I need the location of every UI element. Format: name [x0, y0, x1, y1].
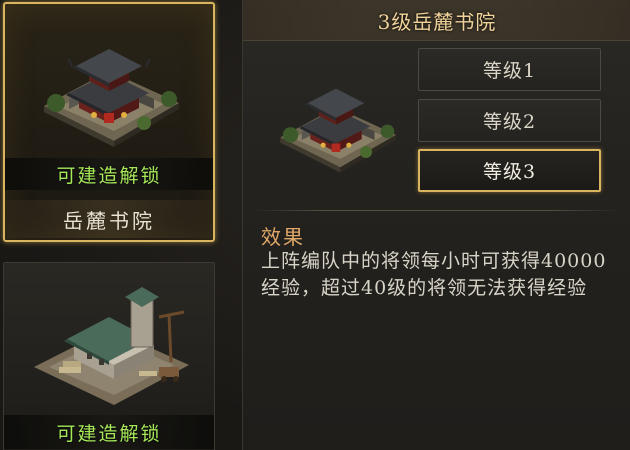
detail-title-bar: 3级岳麓书院 [243, 0, 630, 41]
workshop-building-image [4, 263, 214, 411]
building-card-workshop[interactable]: 可建造解锁 [3, 262, 215, 450]
effect-description: 上阵编队中的将领每小时可获得40000经验，超过40级的将领无法获得经验 [261, 250, 607, 299]
detail-building-image [261, 56, 411, 176]
level-1-button[interactable]: 等级1 [418, 48, 601, 91]
effect-heading: 效果 [261, 225, 305, 249]
building-name-label: 岳麓书院 [5, 200, 213, 238]
level-2-button[interactable]: 等级2 [418, 99, 601, 142]
unlock-status-label: 可建造解锁 [4, 415, 214, 449]
building-card-yuelu-academy[interactable]: 可建造解锁 岳麓书院 [3, 2, 215, 242]
academy-building-image [5, 4, 213, 157]
building-detail-panel: 3级岳麓书院 等级1 等级2 等级3 效果 上阵编队中的将领每小时可获得4000… [242, 0, 630, 450]
level-3-button[interactable]: 等级3 [418, 149, 601, 192]
section-divider [251, 210, 623, 211]
unlock-status-label: 可建造解锁 [5, 158, 213, 190]
detail-title: 3级岳麓书院 [377, 9, 497, 34]
building-screen: 可建造解锁 岳麓书院 可建造解锁 3级岳麓书院 等级1 等级2 等级3 效果 上… [0, 0, 630, 450]
